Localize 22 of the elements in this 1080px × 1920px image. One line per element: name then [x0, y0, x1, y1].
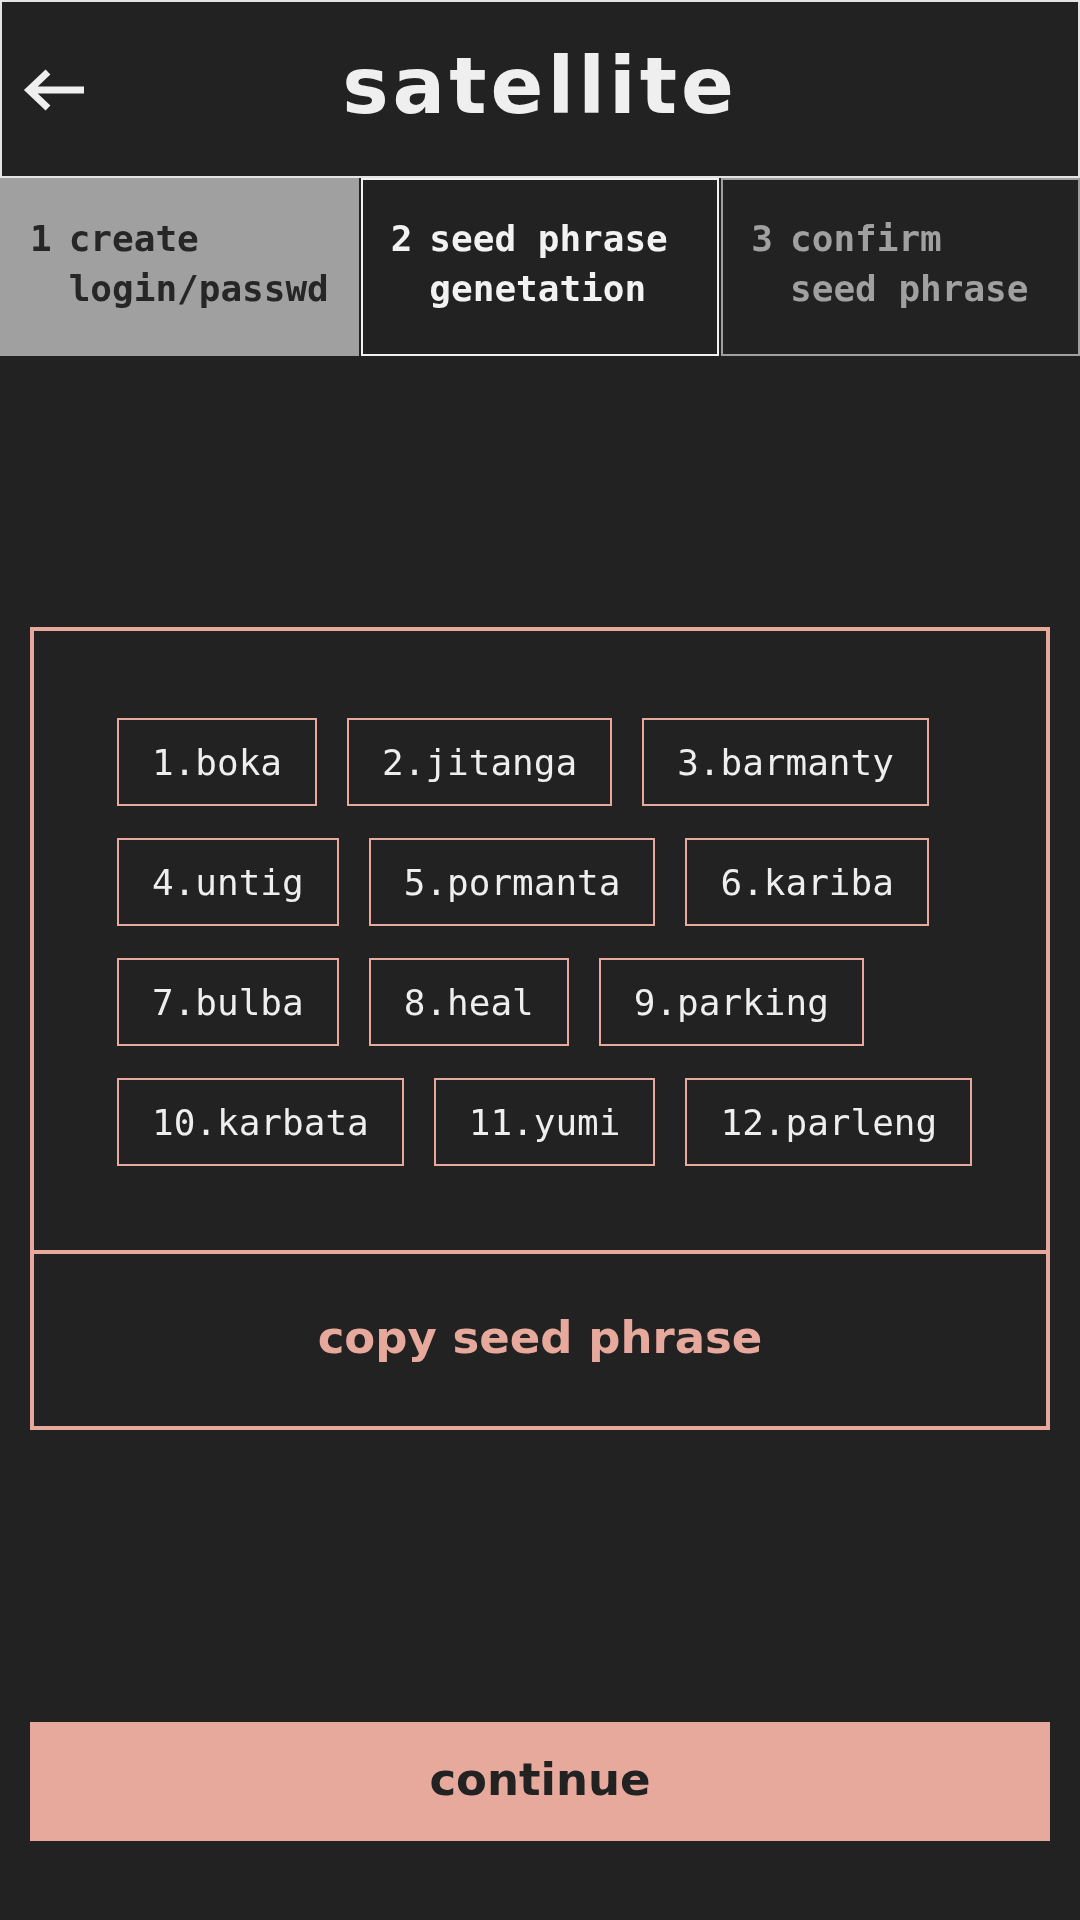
- seed-word: 2.jitanga: [347, 718, 613, 806]
- seed-word: 6.kariba: [685, 838, 929, 926]
- back-button[interactable]: [22, 68, 86, 112]
- seed-word: 9.parking: [598, 958, 864, 1046]
- seed-word: 12.parleng: [685, 1078, 973, 1166]
- step-number: 3: [751, 217, 774, 261]
- continue-button[interactable]: continue: [30, 1722, 1050, 1841]
- step-number: 2: [390, 217, 413, 261]
- step-label: seed phrase genetation: [429, 217, 668, 311]
- arrow-left-icon: [22, 68, 86, 112]
- app-title: satellite: [342, 47, 738, 125]
- seed-word: 11.yumi: [433, 1078, 656, 1166]
- seed-word: 5.pormanta: [368, 838, 656, 926]
- seed-word: 4.untig: [117, 838, 339, 926]
- step-label: create login/passwd: [68, 217, 329, 311]
- seed-word: 3.barmanty: [642, 718, 929, 806]
- seed-word: 8.heal: [368, 958, 569, 1046]
- step-label: confirm seed phrase: [790, 217, 1029, 311]
- seed-word: 10.karbata: [117, 1078, 404, 1166]
- seed-word: 7.bulba: [117, 958, 339, 1046]
- seed-word: 1.boka: [117, 718, 318, 806]
- step-number: 1: [30, 217, 52, 261]
